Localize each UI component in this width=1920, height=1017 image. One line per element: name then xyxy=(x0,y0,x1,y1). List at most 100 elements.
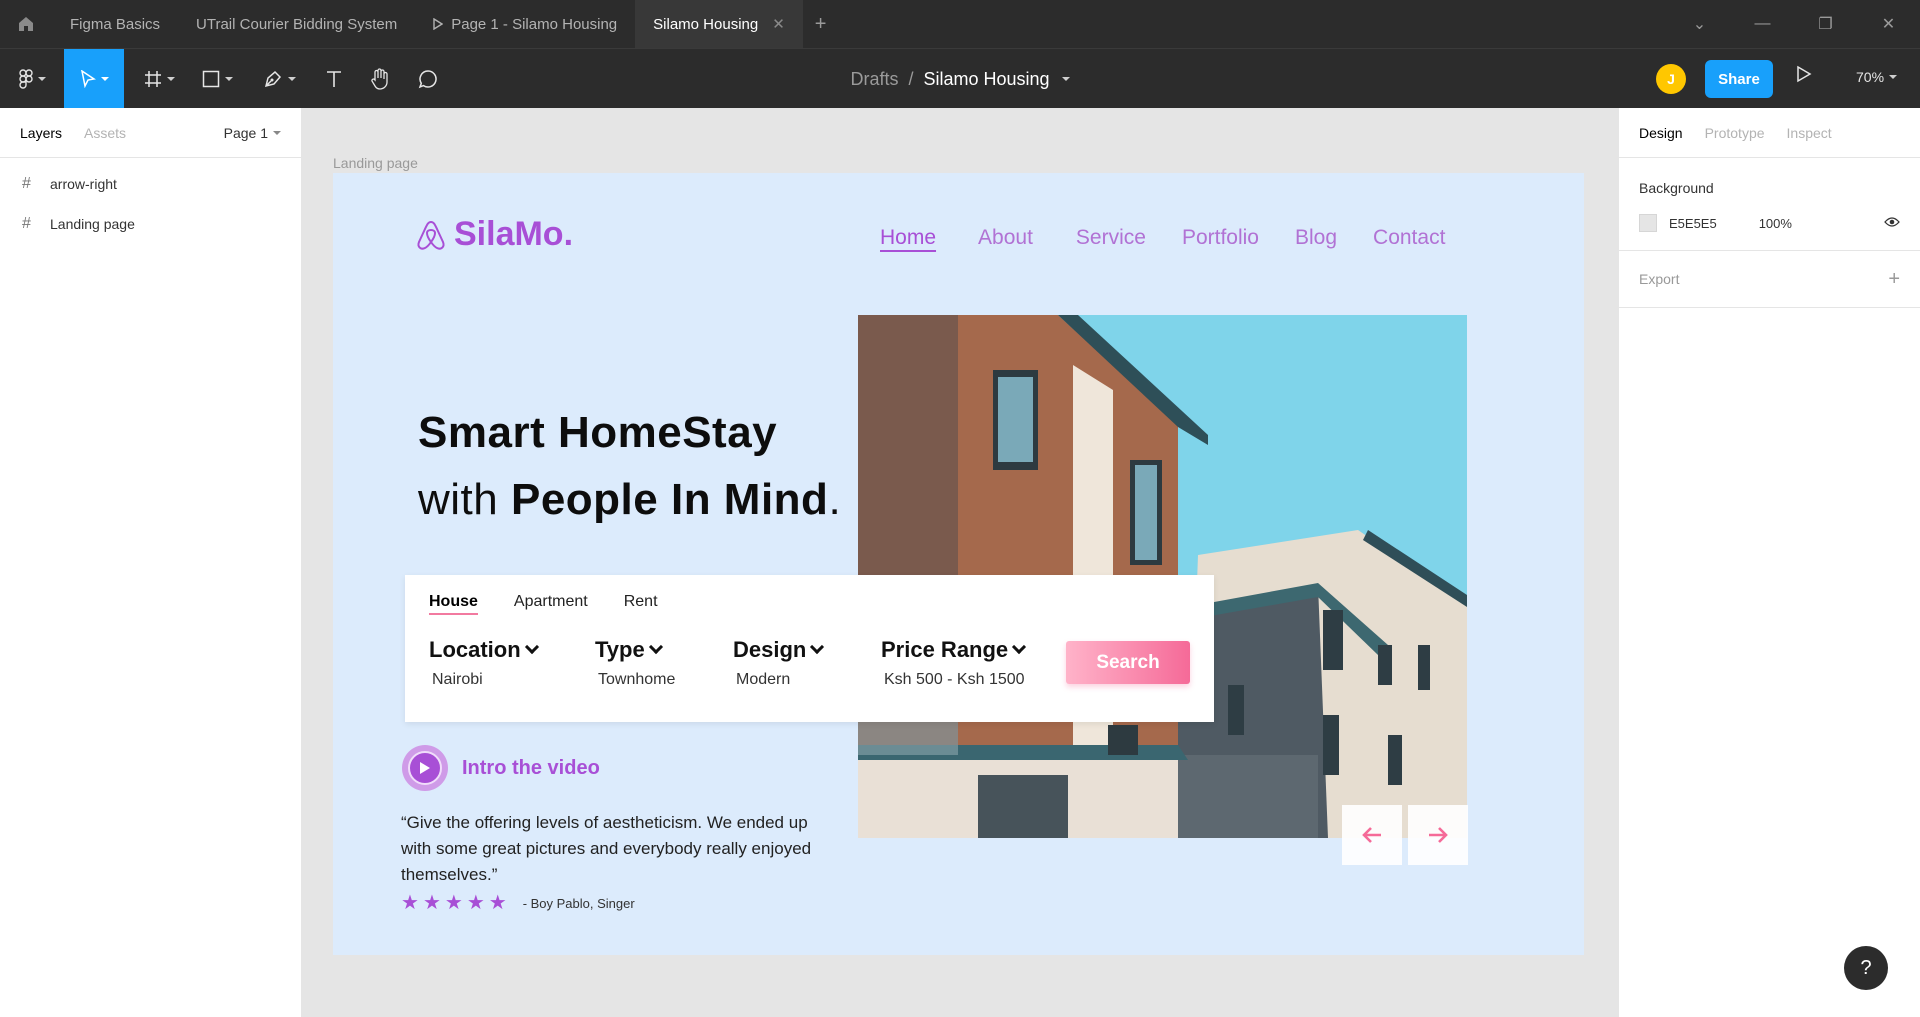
pen-tool[interactable] xyxy=(256,49,302,109)
figma-logo-icon xyxy=(18,69,33,89)
search-tab-house[interactable]: House xyxy=(429,593,478,615)
frame-icon xyxy=(144,71,161,87)
text-tool[interactable] xyxy=(314,49,354,109)
type-value: Townhome xyxy=(598,671,676,688)
intro-video-link[interactable]: Intro the video xyxy=(402,745,600,791)
page-name: Page 1 xyxy=(223,124,268,141)
zoom-dropdown[interactable]: 70% xyxy=(1856,69,1898,85)
play-icon xyxy=(1797,65,1812,83)
close-window-icon[interactable]: ✕ xyxy=(1857,14,1920,34)
right-panel-tabs: Design Prototype Inspect xyxy=(1619,108,1920,158)
comment-tool[interactable] xyxy=(408,49,448,109)
present-button[interactable] xyxy=(1796,65,1812,88)
hero-headline-line1: Smart HomeStay xyxy=(418,408,778,457)
tab-label: UTrail Courier Bidding System xyxy=(196,15,398,33)
search-tabs: House Apartment Rent xyxy=(429,593,658,615)
share-button[interactable]: Share xyxy=(1705,60,1773,98)
tab-silamo-housing[interactable]: Silamo Housing ✕ xyxy=(635,0,803,48)
frame-label[interactable]: Landing page xyxy=(333,155,418,171)
star-icon: ★ xyxy=(444,892,463,914)
tab-design[interactable]: Design xyxy=(1639,125,1683,141)
chevron-down-icon[interactable] xyxy=(1061,77,1070,81)
search-tab-rent[interactable]: Rent xyxy=(624,593,658,615)
hand-tool[interactable] xyxy=(360,49,400,109)
star-icon: ★ xyxy=(422,892,441,914)
price-range-label: Price Range xyxy=(881,637,1009,662)
star-icon: ★ xyxy=(466,892,485,914)
avatar[interactable]: J xyxy=(1656,64,1686,94)
next-slide-button[interactable] xyxy=(1408,805,1468,865)
nav-service[interactable]: Service xyxy=(1076,226,1146,250)
video-label: Intro the video xyxy=(462,756,600,779)
rectangle-icon xyxy=(202,70,219,88)
search-button[interactable]: Search xyxy=(1066,641,1190,684)
design-field[interactable]: Design Modern xyxy=(733,637,825,689)
tab-utrail[interactable]: UTrail Courier Bidding System xyxy=(178,0,415,48)
shape-tool[interactable] xyxy=(194,49,240,109)
chevron-down-icon xyxy=(287,77,296,81)
background-title: Background xyxy=(1639,180,1714,196)
background-fill-row: E5E5E5 100% xyxy=(1639,196,1900,250)
tab-prototype[interactable]: Prototype xyxy=(1705,125,1765,141)
chevron-down-icon xyxy=(37,77,46,81)
nav-blog[interactable]: Blog xyxy=(1295,226,1337,250)
price-range-field[interactable]: Price Range Ksh 500 - Ksh 1500 xyxy=(881,637,1027,689)
layer-arrow-right[interactable]: # arrow-right xyxy=(0,164,301,204)
type-field[interactable]: Type Townhome xyxy=(595,637,675,689)
testimonial-author: - Boy Pablo, Singer xyxy=(522,895,635,911)
landing-page-frame[interactable]: SilaMo. Home About Service Portfolio Blo… xyxy=(333,173,1584,955)
arrow-right-icon xyxy=(1429,827,1448,843)
airbnb-logo-icon xyxy=(417,220,445,250)
nav-home[interactable]: Home xyxy=(880,226,936,250)
chevron-down-icon xyxy=(100,77,109,81)
minimize-icon[interactable]: — xyxy=(1731,15,1794,33)
chevron-down-icon xyxy=(810,639,825,655)
zoom-level: 70% xyxy=(1856,69,1885,85)
chevron-down-icon[interactable]: ⌄ xyxy=(1668,14,1731,34)
design-value: Modern xyxy=(736,671,791,688)
home-button[interactable] xyxy=(0,0,52,48)
background-hex-input[interactable]: E5E5E5 xyxy=(1669,216,1717,231)
close-tab-icon[interactable]: ✕ xyxy=(772,15,785,33)
tab-prototype-page[interactable]: Page 1 - Silamo Housing xyxy=(415,0,635,48)
background-opacity-input[interactable]: 100% xyxy=(1759,216,1792,231)
layer-landing-page[interactable]: # Landing page xyxy=(0,204,301,244)
chevron-down-icon xyxy=(224,77,233,81)
frame-icon: # xyxy=(22,175,31,192)
price-range-value: Ksh 500 - Ksh 1500 xyxy=(884,671,1025,688)
main-menu-button[interactable] xyxy=(10,49,54,109)
location-field[interactable]: Location Nairobi xyxy=(429,637,539,689)
home-icon xyxy=(19,17,33,31)
file-name[interactable]: Silamo Housing xyxy=(923,69,1049,90)
new-tab-button[interactable]: + xyxy=(803,13,839,36)
breadcrumb-parent[interactable]: Drafts xyxy=(850,69,898,90)
layers-panel: Layers Assets Page 1 # arrow-right # Lan… xyxy=(0,108,302,1017)
properties-panel: Design Prototype Inspect Background E5E5… xyxy=(1618,108,1920,1017)
hero-headline-line2: with People In Mind. xyxy=(418,475,841,525)
window-controls: ⌄ — ❐ ✕ xyxy=(1668,0,1920,48)
headline-with: with xyxy=(418,475,511,524)
tab-layers[interactable]: Layers xyxy=(20,125,62,141)
nav-about[interactable]: About xyxy=(978,226,1033,250)
restore-icon[interactable]: ❐ xyxy=(1794,14,1857,34)
search-tab-apartment[interactable]: Apartment xyxy=(514,593,588,615)
color-swatch[interactable] xyxy=(1639,214,1657,232)
chevron-down-icon xyxy=(166,77,175,81)
tab-assets[interactable]: Assets xyxy=(84,125,126,141)
export-title: Export xyxy=(1639,271,1680,287)
help-button[interactable]: ? xyxy=(1844,946,1888,990)
add-export-icon[interactable]: + xyxy=(1888,268,1900,291)
tab-inspect[interactable]: Inspect xyxy=(1787,125,1832,141)
layer-name: arrow-right xyxy=(50,176,117,192)
nav-contact[interactable]: Contact xyxy=(1373,226,1445,250)
eye-icon[interactable] xyxy=(1884,216,1900,231)
frame-tool[interactable] xyxy=(136,49,182,109)
tab-figma-basics[interactable]: Figma Basics xyxy=(52,0,178,48)
page-selector[interactable]: Page 1 xyxy=(224,125,281,141)
star-icon: ★ xyxy=(401,892,419,914)
text-icon xyxy=(327,71,341,87)
nav-portfolio[interactable]: Portfolio xyxy=(1182,226,1259,250)
move-tool[interactable] xyxy=(64,49,124,109)
chevron-down-icon xyxy=(648,639,663,655)
prev-slide-button[interactable] xyxy=(1342,805,1402,865)
